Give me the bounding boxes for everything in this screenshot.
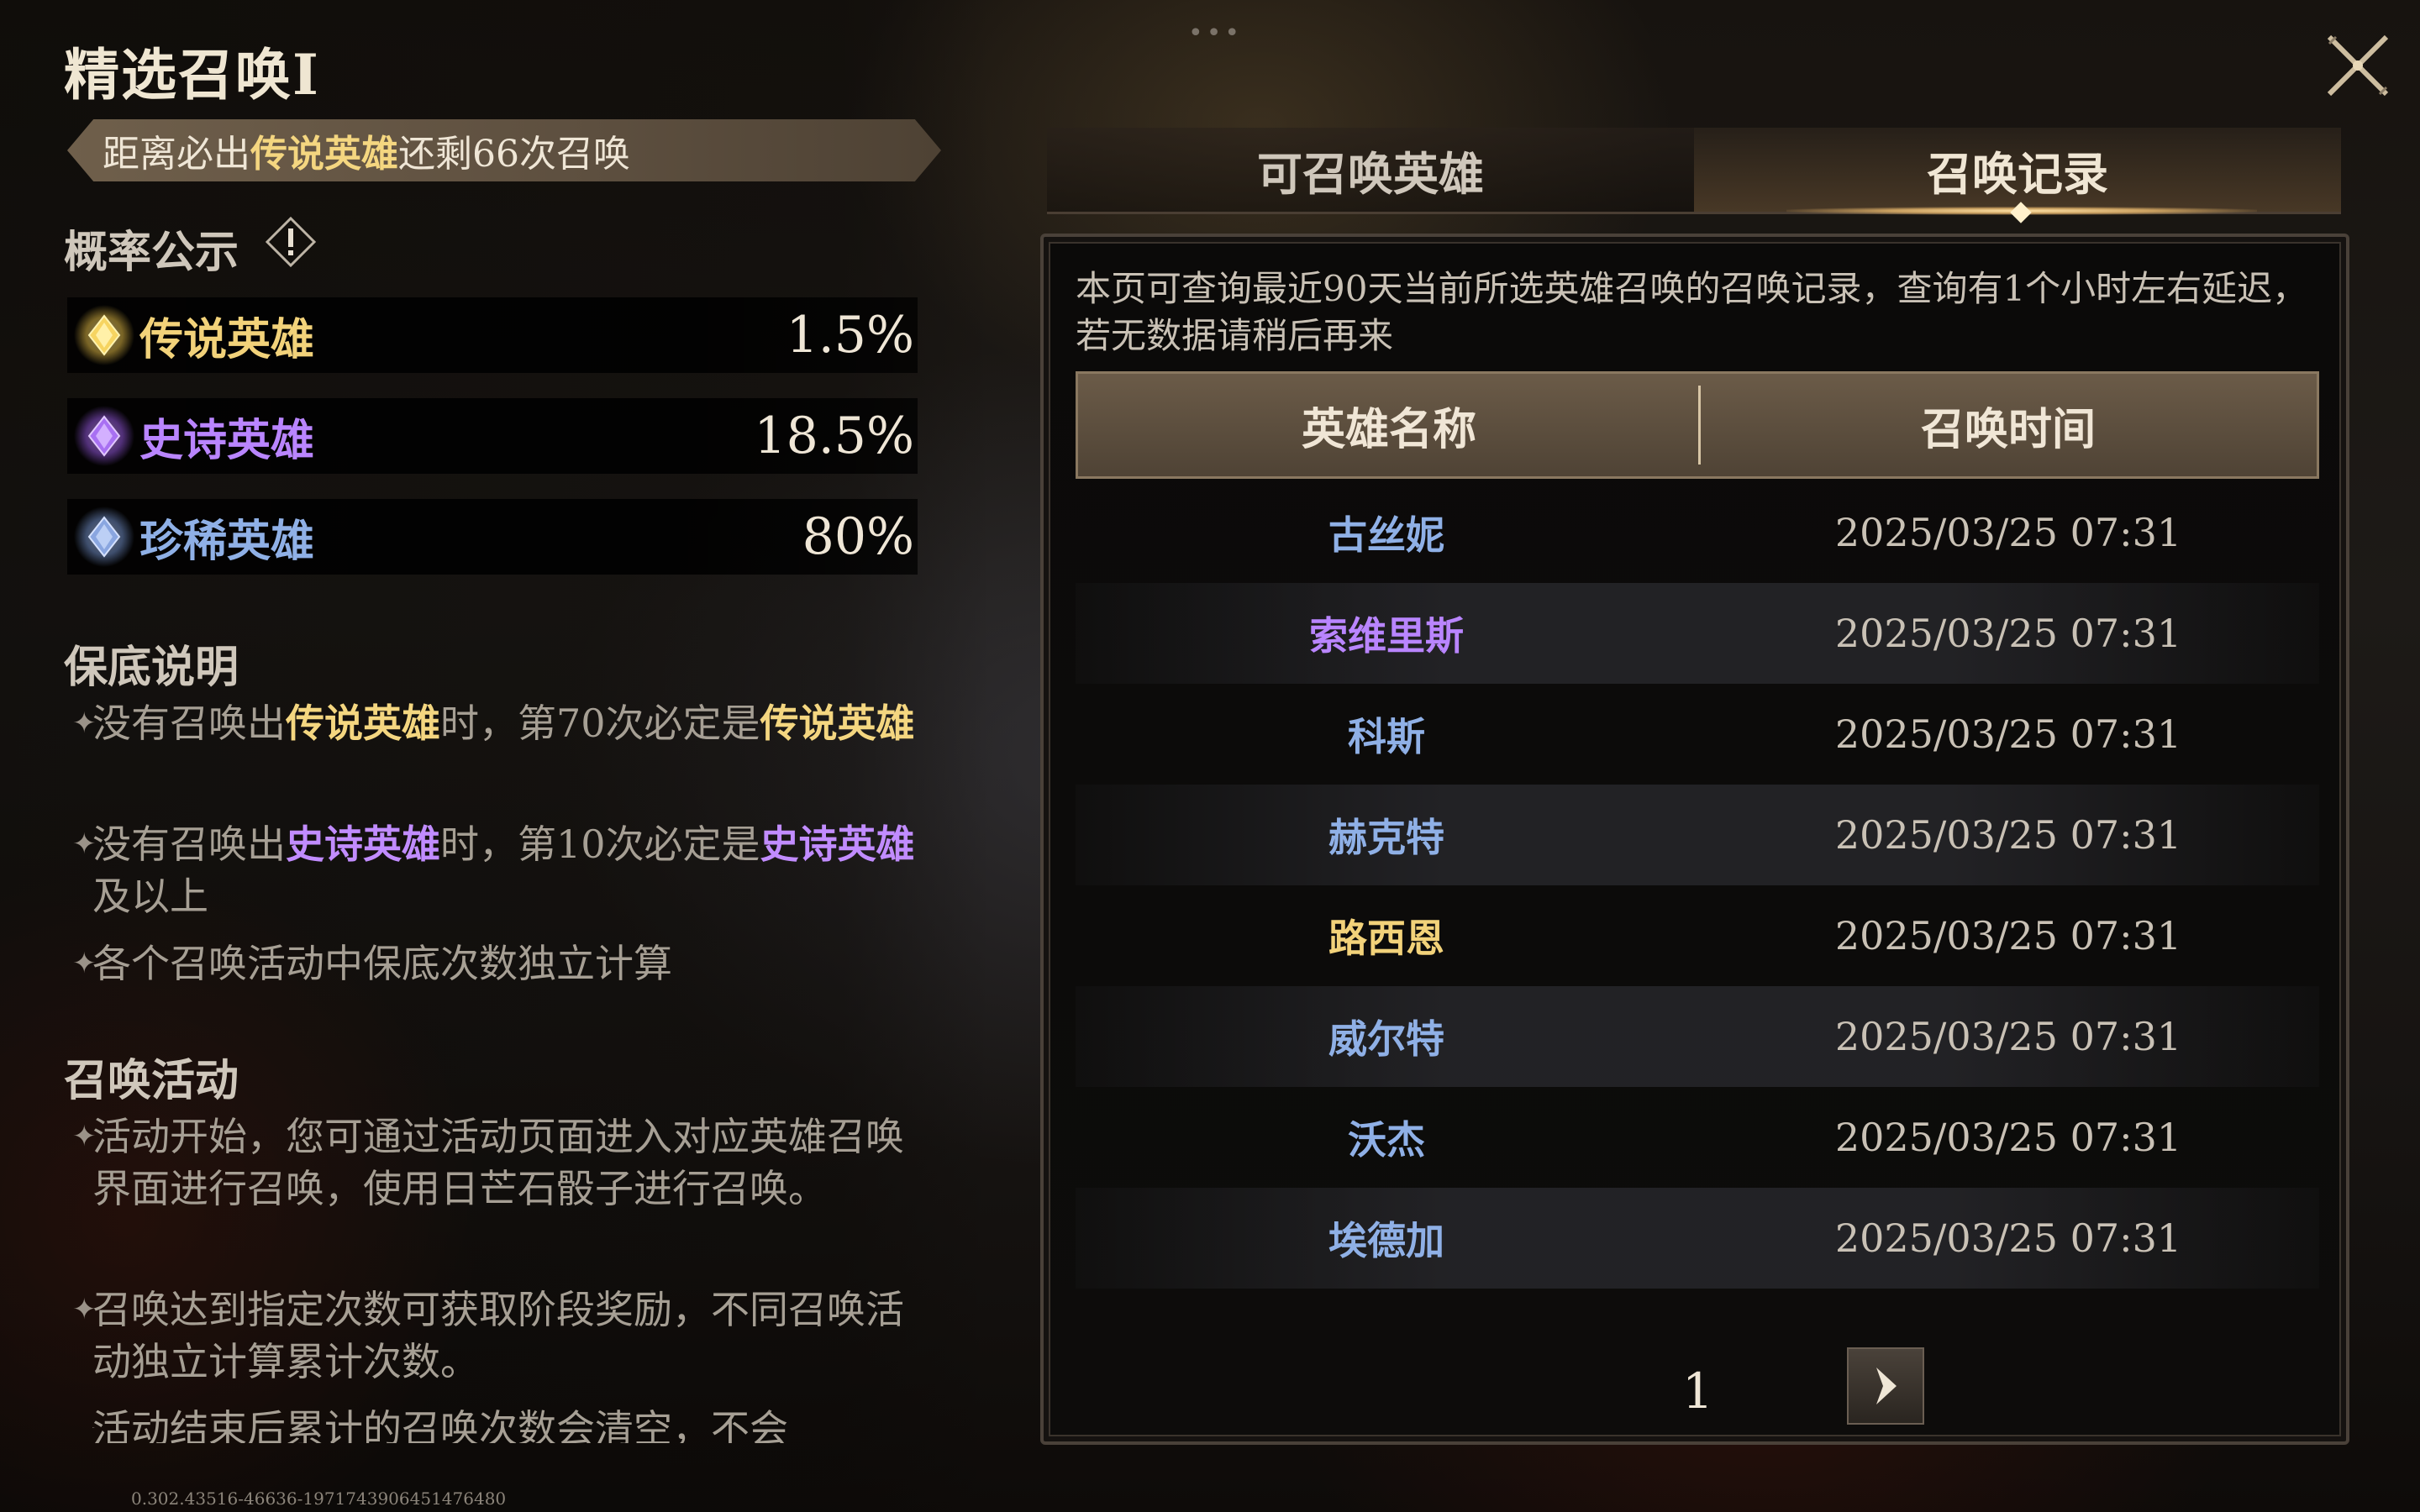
hero-name: 威尔特 bbox=[1328, 1016, 1444, 1062]
text: 各个召唤活动中保底次数独立计算 bbox=[92, 941, 672, 986]
tab-bar: 可召唤英雄 召唤记录 bbox=[1047, 128, 2341, 223]
rate-row-epic: 史诗英雄 18.5% bbox=[67, 398, 918, 474]
next-page-button[interactable] bbox=[1847, 1347, 1924, 1425]
guarantee-item: 没有召唤出史诗英雄时，第10次必定是史诗英雄及以上 bbox=[72, 818, 924, 922]
activity-item: 活动结束后累计的召唤次数会清空，不会 bbox=[92, 1403, 924, 1443]
guarantee-heading: 保底说明 bbox=[64, 642, 239, 693]
table-row: 埃德加 2025/03/25 07:31 bbox=[1076, 1188, 2319, 1289]
summon-time: 2025/03/25 07:31 bbox=[1834, 1215, 2182, 1261]
table-header: 英雄名称 召唤时间 bbox=[1076, 371, 2319, 479]
close-icon bbox=[2327, 34, 2389, 97]
column-header-name: 英雄名称 bbox=[1301, 403, 1476, 455]
page-number: 1 bbox=[1682, 1362, 1713, 1420]
legendary-text: 传说英雄 bbox=[286, 701, 440, 746]
left-info-panel: 精选召唤I 距离必出 传说英雄 还剩66次召唤 概率公示 传说英雄 1.5% 史诗英… bbox=[0, 0, 992, 1512]
pity-highlight: 传说英雄 bbox=[250, 133, 398, 176]
activity-item: 活动开始，您可通过活动页面进入对应英雄召唤界面进行召唤，使用日芒石骰子进行召唤。 bbox=[72, 1110, 924, 1215]
diamond-gem-icon bbox=[67, 297, 139, 373]
table-row: 古丝妮 2025/03/25 07:31 bbox=[1076, 482, 2319, 583]
hero-name: 古丝妮 bbox=[1328, 512, 1444, 558]
drag-handle[interactable]: ••• bbox=[1188, 18, 1243, 48]
text: 没有召唤出 bbox=[92, 701, 286, 746]
activity-item: 召唤达到指定次数可获取阶段奖励，不同召唤活动独立计算累计次数。 bbox=[72, 1284, 924, 1388]
guarantee-item: 各个召唤活动中保底次数独立计算 bbox=[72, 937, 924, 990]
table-row: 赫克特 2025/03/25 07:31 bbox=[1076, 785, 2319, 885]
legendary-text: 传说英雄 bbox=[760, 701, 915, 746]
record-table-body: 古丝妮 2025/03/25 07:31 索维里斯 2025/03/25 07:31… bbox=[1076, 482, 2319, 1289]
rate-row-legendary: 传说英雄 1.5% bbox=[67, 297, 918, 373]
record-note: 本页可查询最近90天当前所选英雄召唤的召唤记录，查询有1个小时左右延迟，若无数据… bbox=[1076, 268, 2308, 356]
hero-name: 索维里斯 bbox=[1309, 613, 1464, 659]
chevron-right-icon bbox=[1876, 1368, 1897, 1404]
hero-name: 科斯 bbox=[1348, 714, 1425, 759]
summon-record-panel: 本页可查询最近90天当前所选英雄召唤的召唤记录，查询有1个小时左右延迟，若无数据… bbox=[1040, 234, 2349, 1445]
text: 时，第10次必定是 bbox=[440, 822, 760, 867]
hero-name: 路西恩 bbox=[1328, 916, 1444, 961]
hero-name: 埃德加 bbox=[1328, 1218, 1444, 1263]
rate-label: 传说英雄 bbox=[139, 313, 315, 365]
tab-available-heroes[interactable]: 可召唤英雄 bbox=[1047, 128, 1694, 212]
table-row: 路西恩 2025/03/25 07:31 bbox=[1076, 885, 2319, 986]
column-header-time: 召唤时间 bbox=[1920, 403, 2096, 455]
text: 没有召唤出 bbox=[92, 822, 286, 867]
summon-time: 2025/03/25 07:31 bbox=[1834, 711, 2182, 757]
pity-suffix: 还剩66次召唤 bbox=[398, 133, 630, 176]
table-row: 科斯 2025/03/25 07:31 bbox=[1076, 684, 2319, 785]
rate-label: 史诗英雄 bbox=[139, 414, 315, 466]
table-row: 威尔特 2025/03/25 07:31 bbox=[1076, 986, 2319, 1087]
rate-value: 80% bbox=[802, 507, 914, 566]
table-row: 沃杰 2025/03/25 07:31 bbox=[1076, 1087, 2319, 1188]
pity-banner: 距离必出 传说英雄 还剩66次召唤 bbox=[67, 119, 941, 181]
user-id: 0.302.43516-46636-1971743906451476480 bbox=[131, 1488, 507, 1509]
summon-time: 2025/03/25 07:31 bbox=[1834, 1115, 2182, 1160]
rate-value: 18.5% bbox=[754, 407, 914, 465]
activity-heading: 召唤活动 bbox=[64, 1055, 239, 1106]
summon-time: 2025/03/25 07:31 bbox=[1834, 510, 2182, 555]
hero-name: 沃杰 bbox=[1348, 1117, 1425, 1163]
summon-time: 2025/03/25 07:31 bbox=[1834, 1014, 2182, 1059]
hero-name: 赫克特 bbox=[1328, 815, 1444, 860]
diamond-gem-icon bbox=[67, 499, 139, 575]
rate-value: 1.5% bbox=[786, 306, 914, 365]
text: 及以上 bbox=[92, 874, 208, 919]
diamond-gem-icon bbox=[67, 398, 139, 474]
rates-heading: 概率公示 bbox=[64, 227, 239, 278]
tab-summon-record[interactable]: 召唤记录 bbox=[1694, 128, 2341, 212]
guarantee-item: 没有召唤出传说英雄时，第70次必定是传说英雄 bbox=[72, 697, 924, 749]
exclamation-icon[interactable] bbox=[264, 215, 318, 269]
epic-text: 史诗英雄 bbox=[286, 822, 440, 867]
close-button[interactable] bbox=[2317, 25, 2398, 106]
summon-time: 2025/03/25 07:31 bbox=[1834, 812, 2182, 858]
rate-row-rare: 珍稀英雄 80% bbox=[67, 499, 918, 575]
summon-time: 2025/03/25 07:31 bbox=[1834, 913, 2182, 958]
rate-label: 珍稀英雄 bbox=[139, 515, 315, 567]
summon-time: 2025/03/25 07:31 bbox=[1834, 611, 2182, 656]
epic-text: 史诗英雄 bbox=[760, 822, 915, 867]
table-row: 索维里斯 2025/03/25 07:31 bbox=[1076, 583, 2319, 684]
text: 时，第70次必定是 bbox=[440, 701, 760, 746]
pity-prefix: 距离必出 bbox=[103, 133, 250, 176]
page-title: 精选召唤I bbox=[64, 42, 320, 108]
